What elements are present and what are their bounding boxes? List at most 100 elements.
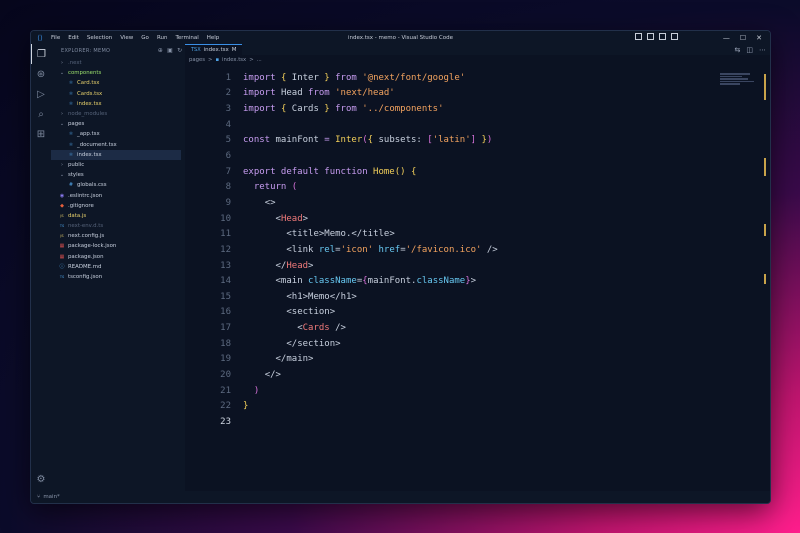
explorer-icon[interactable]: ❐ bbox=[31, 44, 51, 64]
code-line[interactable]: 12 <link rel ='icon' href = '/favicon.ico' … bbox=[185, 242, 770, 258]
js-icon: JS bbox=[60, 234, 64, 239]
explorer-header: EXPLORER: MEMO ⊕ ▣ ↻ ⧉ bbox=[51, 44, 191, 58]
gear-icon[interactable]: ⚙ bbox=[31, 474, 51, 485]
file-tree-label: globals.css bbox=[77, 182, 107, 189]
menu-item-help[interactable]: Help bbox=[207, 35, 220, 41]
breadcrumb-symbol[interactable]: ... bbox=[257, 57, 262, 63]
menu-item-run[interactable]: Run bbox=[157, 35, 168, 41]
file-tree-item[interactable]: › .next bbox=[51, 58, 181, 68]
file-tree-item[interactable]: ⚛Cards.tsxU bbox=[51, 89, 190, 99]
breadcrumb-separator: > bbox=[208, 57, 213, 63]
code-line[interactable]: 13 </Head > bbox=[185, 258, 770, 274]
menu-item-terminal[interactable]: Terminal bbox=[175, 35, 198, 41]
new-folder-icon[interactable]: ▣ bbox=[167, 47, 173, 55]
file-tree-item[interactable]: ◆ .gitignore bbox=[51, 201, 181, 211]
more-actions-icon[interactable]: ⋯ bbox=[759, 46, 766, 54]
toggle-secondary-sidebar-icon[interactable] bbox=[659, 33, 666, 40]
line-number: 8 bbox=[225, 182, 231, 193]
file-tree-item[interactable]: ⌄styles• bbox=[51, 170, 190, 180]
extensions-icon[interactable]: ⊞ bbox=[31, 124, 51, 144]
file-tree-item[interactable]: #globals.cssM bbox=[51, 180, 190, 190]
file-tree-item[interactable]: ◉ .eslintrc.json bbox=[51, 190, 181, 200]
js-icon: JS bbox=[60, 213, 64, 218]
menu-item-view[interactable]: View bbox=[120, 35, 133, 41]
code-line[interactable]: 16 <section> bbox=[185, 305, 770, 321]
git-branch[interactable]: main* bbox=[43, 494, 60, 500]
file-tree-item[interactable]: › node_modules bbox=[51, 109, 181, 119]
new-file-icon[interactable]: ⊕ bbox=[158, 47, 163, 55]
code-line[interactable]: 17 < Cards /> bbox=[185, 320, 770, 336]
chevron-right-icon: › bbox=[61, 111, 63, 118]
code-line[interactable]: 6 bbox=[185, 148, 770, 164]
code-token: className bbox=[416, 276, 466, 287]
code-line[interactable]: 21 ) bbox=[185, 383, 770, 399]
code-line[interactable]: 11 <title> Memo. </title> bbox=[185, 226, 770, 242]
close-icon[interactable]: ✕ bbox=[756, 34, 762, 42]
code-line[interactable]: 20 </> bbox=[185, 367, 770, 383]
code-line[interactable]: 9 <> bbox=[185, 195, 770, 211]
menu-item-selection[interactable]: Selection bbox=[87, 35, 112, 41]
refresh-icon[interactable]: ↻ bbox=[177, 47, 182, 55]
run-debug-icon[interactable]: ▷ bbox=[31, 84, 51, 104]
code-line[interactable]: 14 <main className ={mainFont. className} > bbox=[185, 273, 770, 289]
code-line[interactable]: 22} bbox=[185, 398, 770, 414]
file-tree-item[interactable]: ⚛Card.tsxU bbox=[51, 78, 190, 88]
file-tree-item[interactable]: ⚛index.tsxM bbox=[51, 149, 190, 160]
menu-item-file[interactable]: File bbox=[51, 35, 60, 41]
file-tree-item[interactable]: TS next-env.d.ts bbox=[51, 221, 181, 231]
search-icon[interactable]: ⌕ bbox=[31, 104, 51, 124]
code-line[interactable]: 19 </main> bbox=[185, 352, 770, 368]
code-line[interactable]: 7 export default function Home() { bbox=[185, 164, 770, 180]
file-tree-item[interactable]: ⚛_app.tsxM bbox=[51, 129, 190, 139]
file-tree-item[interactable]: ⚛_document.tsxM bbox=[51, 140, 190, 150]
file-tree-item[interactable]: ⌄ pages bbox=[51, 119, 181, 129]
chevron-right-icon: › bbox=[61, 60, 63, 67]
minimap[interactable] bbox=[720, 72, 760, 86]
toggle-panel-icon[interactable] bbox=[647, 33, 654, 40]
code-line[interactable]: 8 return ( bbox=[185, 179, 770, 195]
split-editor-icon[interactable]: ◫ bbox=[746, 46, 753, 54]
file-tree-item[interactable]: › public bbox=[51, 160, 181, 170]
code-line[interactable]: 23 bbox=[185, 414, 770, 430]
code-token: Cards bbox=[302, 323, 336, 334]
menu-item-go[interactable]: Go bbox=[141, 35, 149, 41]
code-line[interactable]: 4 bbox=[185, 117, 770, 133]
code-editor[interactable]: 1 import { Inter } from '@next/font/googl… bbox=[185, 70, 770, 430]
code-line[interactable]: 3 import { Cards } from '../components' bbox=[185, 101, 770, 117]
minimize-icon[interactable]: — bbox=[723, 34, 730, 42]
file-tree-item[interactable]: JS next.config.js bbox=[51, 231, 181, 241]
title-bar: ⟨⟩ File Edit Selection View Go Run Terminal Hel… bbox=[31, 31, 770, 44]
file-tree-item[interactable]: JSdata.jsU bbox=[51, 211, 190, 221]
menu-item-edit[interactable]: Edit bbox=[68, 35, 79, 41]
customize-layout-icon[interactable] bbox=[671, 33, 678, 40]
toggle-sidebar-icon[interactable] bbox=[635, 33, 642, 40]
code-token: Home bbox=[373, 166, 395, 177]
code-line[interactable]: 5 const mainFont = Inter({ subsets: ['lat… bbox=[185, 133, 770, 149]
source-control-icon[interactable]: ⊛ bbox=[31, 64, 51, 84]
maximize-icon[interactable]: ☐ bbox=[740, 34, 746, 42]
git-branch-icon[interactable]: ⑂ bbox=[37, 494, 40, 500]
code-token: </section> bbox=[286, 338, 341, 349]
file-tree-item[interactable]: ▦ package-lock.json bbox=[51, 241, 181, 251]
code-line[interactable]: 10 < Head > bbox=[185, 211, 770, 227]
file-tree-item[interactable]: ⌄components• bbox=[51, 68, 190, 78]
code-line[interactable]: 1 import { Inter } from '@next/font/googl… bbox=[185, 70, 770, 86]
file-tree-item[interactable]: ⚛index.tsxU bbox=[51, 99, 190, 109]
code-line[interactable]: 15 <h1> Memo </h1> bbox=[185, 289, 770, 305]
breadcrumb-folder[interactable]: pages bbox=[189, 57, 205, 63]
file-tree-item[interactable]: TS tsconfig.json bbox=[51, 272, 181, 282]
tsx-icon: ⚛ bbox=[68, 90, 74, 97]
line-number: 16 bbox=[220, 307, 231, 318]
code-line[interactable]: 18 </section> bbox=[185, 336, 770, 352]
tab-index-tsx[interactable]: TSX index.tsx M bbox=[185, 44, 243, 55]
compare-icon[interactable]: ⇆ bbox=[735, 46, 741, 54]
chevron-right-icon: › bbox=[61, 161, 63, 168]
breadcrumb-file[interactable]: index.tsx bbox=[222, 57, 246, 63]
file-tree-item[interactable]: ⓘ README.md bbox=[51, 262, 181, 272]
code-line[interactable]: 2 import Head from 'next/head' bbox=[185, 86, 770, 102]
code-token: Memo bbox=[308, 291, 330, 302]
file-tree-item[interactable]: ▦ package.json bbox=[51, 252, 181, 262]
code-token: Cards bbox=[291, 104, 325, 115]
file-tree-label: styles bbox=[68, 172, 84, 179]
